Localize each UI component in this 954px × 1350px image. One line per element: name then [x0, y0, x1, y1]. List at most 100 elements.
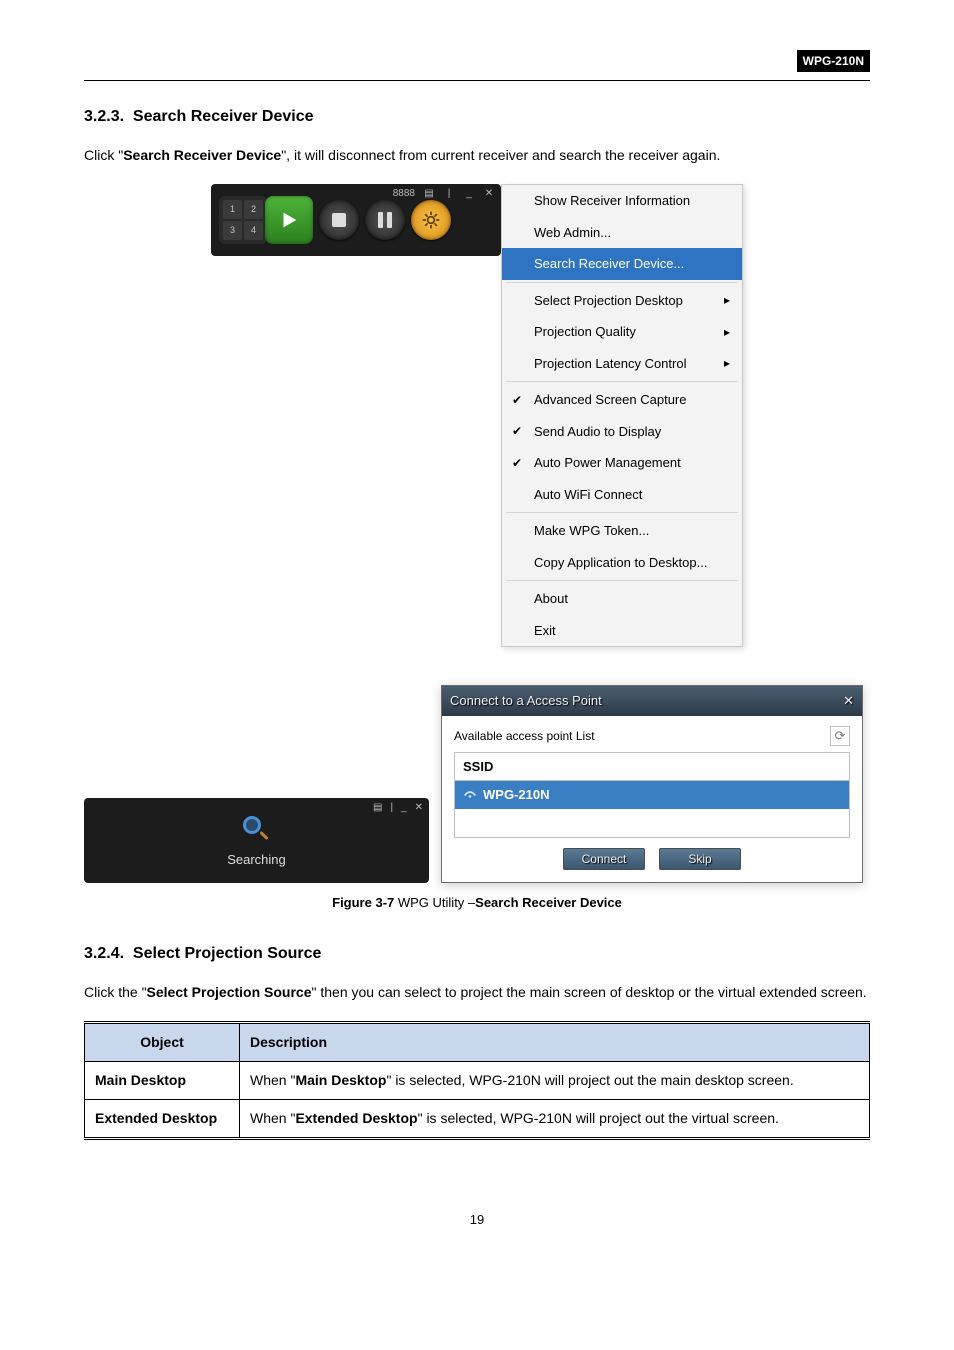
figure-toolbar-menu: 8888 ▤ | _ ✕ 1 2 3 4 [84, 184, 870, 883]
close-icon[interactable]: ✕ [843, 691, 854, 711]
separator [506, 282, 738, 283]
play-button[interactable] [265, 196, 313, 244]
menu-web-admin[interactable]: Web Admin... [502, 217, 742, 249]
connect-access-point-dialog: Connect to a Access Point ✕ Available ac… [441, 685, 863, 883]
dialog-title: Connect to a Access Point [450, 691, 602, 711]
text: WPG Utility – [394, 895, 475, 910]
gear-icon [421, 210, 441, 230]
label: About [534, 589, 568, 609]
text-bold: Search Receiver Device [475, 895, 622, 910]
object-description-table: Object Description Main Desktop When "Ma… [84, 1021, 870, 1140]
figure-number: Figure 3-7 [332, 895, 394, 910]
model-badge: WPG-210N [797, 50, 870, 72]
label: Web Admin... [534, 223, 611, 243]
refresh-button[interactable]: ⟳ [830, 726, 850, 746]
menu-copy-application-to-desktop[interactable]: Copy Application to Desktop... [502, 547, 742, 579]
menu-auto-power-management[interactable]: Auto Power Management [502, 447, 742, 479]
quadrant-2[interactable]: 2 [244, 200, 263, 219]
dialog-titlebar: Connect to a Access Point ✕ [442, 686, 862, 716]
text: Click the " [84, 984, 147, 1000]
menu-send-audio-to-display[interactable]: Send Audio to Display [502, 416, 742, 448]
searching-titlebar: ▤ | _ ✕ [373, 800, 423, 815]
submenu-arrow-icon: ▸ [724, 323, 730, 341]
ap-list-table: SSID WPG-210N [454, 752, 850, 838]
label: Show Receiver Information [534, 191, 690, 211]
stop-icon [332, 213, 346, 227]
label: Projection Latency Control [534, 354, 686, 374]
separator [506, 580, 738, 581]
menu-make-wpg-token[interactable]: Make WPG Token... [502, 515, 742, 547]
quadrant-3[interactable]: 3 [223, 221, 242, 240]
toolbar-titlebar: 8888 ▤ | _ ✕ [393, 186, 495, 201]
menu-icon[interactable]: ▤ [423, 186, 435, 201]
menu-search-receiver-device[interactable]: Search Receiver Device... [502, 248, 742, 280]
text-bold: Search Receiver Device [123, 147, 281, 163]
stop-button[interactable] [319, 200, 359, 240]
col-ssid-header: SSID [455, 753, 849, 782]
section-number: 3.2.4. [84, 945, 124, 962]
pause-icon [378, 212, 392, 228]
label: Advanced Screen Capture [534, 390, 686, 410]
menu-show-receiver-info[interactable]: Show Receiver Information [502, 185, 742, 217]
label: Projection Quality [534, 322, 636, 342]
label: Auto Power Management [534, 453, 681, 473]
label: Search Receiver Device... [534, 254, 684, 274]
section-select-projection-source-intro: Click the "Select Projection Source" the… [84, 982, 870, 1003]
menu-projection-quality[interactable]: Projection Quality ▸ [502, 316, 742, 348]
section-number: 3.2.3. [84, 108, 124, 125]
section-search-receiver-heading: 3.2.3. Search Receiver Device [84, 105, 870, 129]
label: Auto WiFi Connect [534, 485, 642, 505]
context-menu: Show Receiver Information Web Admin... S… [501, 184, 743, 647]
cell-description: When "Main Desktop" is selected, WPG-210… [240, 1062, 870, 1100]
searching-panel: ▤ | _ ✕ Searching [84, 798, 429, 883]
quadrant-1[interactable]: 1 [223, 200, 242, 219]
menu-select-projection-desktop[interactable]: Select Projection Desktop▸ [502, 285, 742, 317]
separator: | [443, 186, 455, 201]
menu-auto-wifi-connect[interactable]: Auto WiFi Connect [502, 479, 742, 511]
label: Select Projection Desktop [534, 291, 683, 311]
ap-ssid: WPG-210N [483, 785, 549, 805]
section-title: Search Receiver Device [133, 108, 314, 125]
text-bold: Extended Desktop [295, 1110, 417, 1126]
submenu-arrow-icon: ▸ [724, 354, 730, 372]
figure-caption: Figure 3-7 WPG Utility –Search Receiver … [84, 893, 870, 913]
menu-advanced-screen-capture[interactable]: Advanced Screen Capture [502, 384, 742, 416]
ap-row[interactable]: WPG-210N [455, 781, 849, 809]
text: When " [250, 1072, 295, 1088]
minimize-icon[interactable]: _ [463, 186, 475, 201]
wifi-icon [463, 785, 477, 805]
play-icon [278, 209, 300, 231]
close-icon[interactable]: ✕ [415, 800, 423, 815]
quadrant-4[interactable]: 4 [244, 221, 263, 240]
label: Exit [534, 621, 556, 641]
label: Send Audio to Display [534, 422, 661, 442]
separator: | [390, 800, 393, 815]
section-select-projection-source-heading: 3.2.4. Select Projection Source [84, 942, 870, 966]
label: Make WPG Token... [534, 521, 649, 541]
menu-projection-latency-control[interactable]: Projection Latency Control ▸ [502, 348, 742, 380]
table-row: Extended Desktop When "Extended Desktop"… [85, 1100, 870, 1139]
separator [506, 381, 738, 382]
quadrant-selector[interactable]: 1 2 3 4 [219, 196, 267, 244]
toolbar-code: 8888 [393, 186, 415, 201]
settings-button[interactable] [411, 200, 451, 240]
searching-label: Searching [227, 850, 286, 870]
close-icon[interactable]: ✕ [483, 186, 495, 201]
text: ", it will disconnect from current recei… [281, 147, 720, 163]
text-bold: Select Projection Source [147, 984, 312, 1000]
text: " then you can select to project the mai… [312, 984, 867, 1000]
available-ap-label: Available access point List [454, 727, 595, 745]
section-title: Select Projection Source [133, 945, 322, 962]
menu-exit[interactable]: Exit [502, 615, 742, 647]
separator [506, 512, 738, 513]
section-search-receiver-intro: Click "Search Receiver Device", it will … [84, 145, 870, 166]
label: Copy Application to Desktop... [534, 553, 707, 573]
skip-button[interactable]: Skip [659, 848, 741, 870]
menu-about[interactable]: About [502, 583, 742, 615]
text-bold: Main Desktop [295, 1072, 386, 1088]
minimize-icon[interactable]: _ [401, 800, 407, 815]
menu-icon[interactable]: ▤ [373, 800, 382, 815]
table-row: Main Desktop When "Main Desktop" is sele… [85, 1062, 870, 1100]
pause-button[interactable] [365, 200, 405, 240]
connect-button[interactable]: Connect [563, 848, 645, 870]
